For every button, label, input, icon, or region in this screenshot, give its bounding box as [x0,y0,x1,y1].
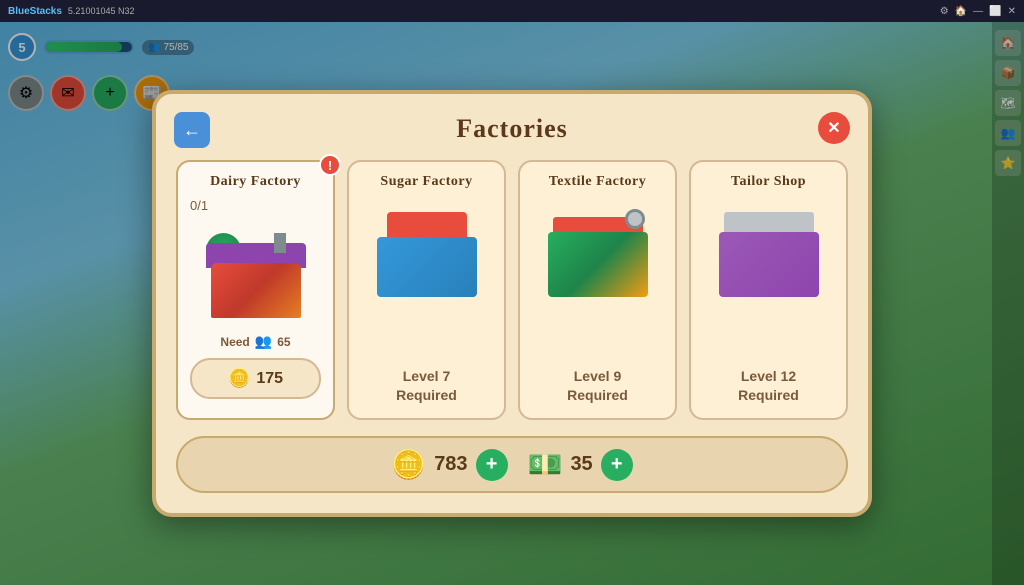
modal-overlay: ← Factories ✕ ! Dairy Factory 0/1 [0,22,1024,585]
bs-icon-4[interactable]: ⬜ [989,6,1001,17]
sugar-base [377,237,477,297]
dairy-chimney [274,233,286,253]
tailor-title: Tailor Shop [731,174,806,190]
back-icon: ← [183,120,201,141]
dairy-building [201,228,311,318]
bills-value: 35 [570,453,592,476]
dairy-image [196,223,316,323]
bluestacks-bar: BlueStacks 5.21001045 N32 ⚙ 🏠 — ⬜ ✕ [0,0,1024,22]
dairy-need-row: Need 👥 65 [220,333,290,350]
coin-icon: 🪙 [228,368,250,389]
coins-value: 783 [434,453,467,476]
factory-card-tailor: Tailor Shop Level 12Required [689,160,848,420]
factories-dialog: ← Factories ✕ ! Dairy Factory 0/1 [152,90,872,517]
dairy-base [211,263,301,318]
coins-icon: 🪙 [391,448,426,481]
need-label: Need [220,335,249,349]
dairy-count: 0/1 [190,198,208,213]
bs-logo: BlueStacks [8,6,62,17]
textile-base [548,232,648,297]
close-icon: ✕ [827,118,840,138]
dairy-title: Dairy Factory [210,174,301,190]
sugar-building [372,207,482,297]
textile-image [538,202,658,302]
bs-version: 5.21001045 N32 [68,6,135,16]
back-button[interactable]: ← [174,112,210,148]
textile-level-required: Level 9Required [567,359,628,406]
bs-icon-3[interactable]: — [973,6,983,17]
close-button[interactable]: ✕ [818,112,850,144]
alert-badge-dairy: ! [319,154,341,176]
dialog-title: Factories [176,114,848,144]
dairy-need-value: 65 [277,335,290,349]
dairy-buy-button[interactable]: 🪙 175 [190,358,321,399]
bills-icon: 💵 [528,448,563,481]
people-icon: 👥 [255,333,272,350]
tailor-level-required: Level 12Required [738,359,799,406]
bills-item: 💵 35 + [528,448,633,481]
sugar-image [367,202,487,302]
dairy-price: 175 [256,370,283,388]
bs-icon-2[interactable]: 🏠 [955,6,967,17]
tailor-base [719,232,819,297]
tailor-building [714,207,824,297]
textile-building [543,207,653,297]
textile-satellite [625,209,645,229]
sugar-title: Sugar Factory [380,174,472,190]
sugar-level-required: Level 7Required [396,359,457,406]
add-coins-button[interactable]: + [476,449,508,481]
currency-bar: 🪙 783 + 💵 35 + [176,436,848,493]
add-bills-button[interactable]: + [601,449,633,481]
tailor-image [709,202,829,302]
factory-grid: ! Dairy Factory 0/1 Need 👥 65 [176,160,848,420]
factory-card-dairy: ! Dairy Factory 0/1 Need 👥 65 [176,160,335,420]
bs-icon-1[interactable]: ⚙ [940,6,949,17]
textile-title: Textile Factory [549,174,647,190]
coins-item: 🪙 783 + [391,448,507,481]
factory-card-sugar: Sugar Factory Level 7Required [347,160,506,420]
factory-card-textile: Textile Factory Level 9Required [518,160,677,420]
bs-icons: ⚙ 🏠 — ⬜ ✕ [940,6,1016,17]
bs-icon-5[interactable]: ✕ [1008,6,1016,17]
